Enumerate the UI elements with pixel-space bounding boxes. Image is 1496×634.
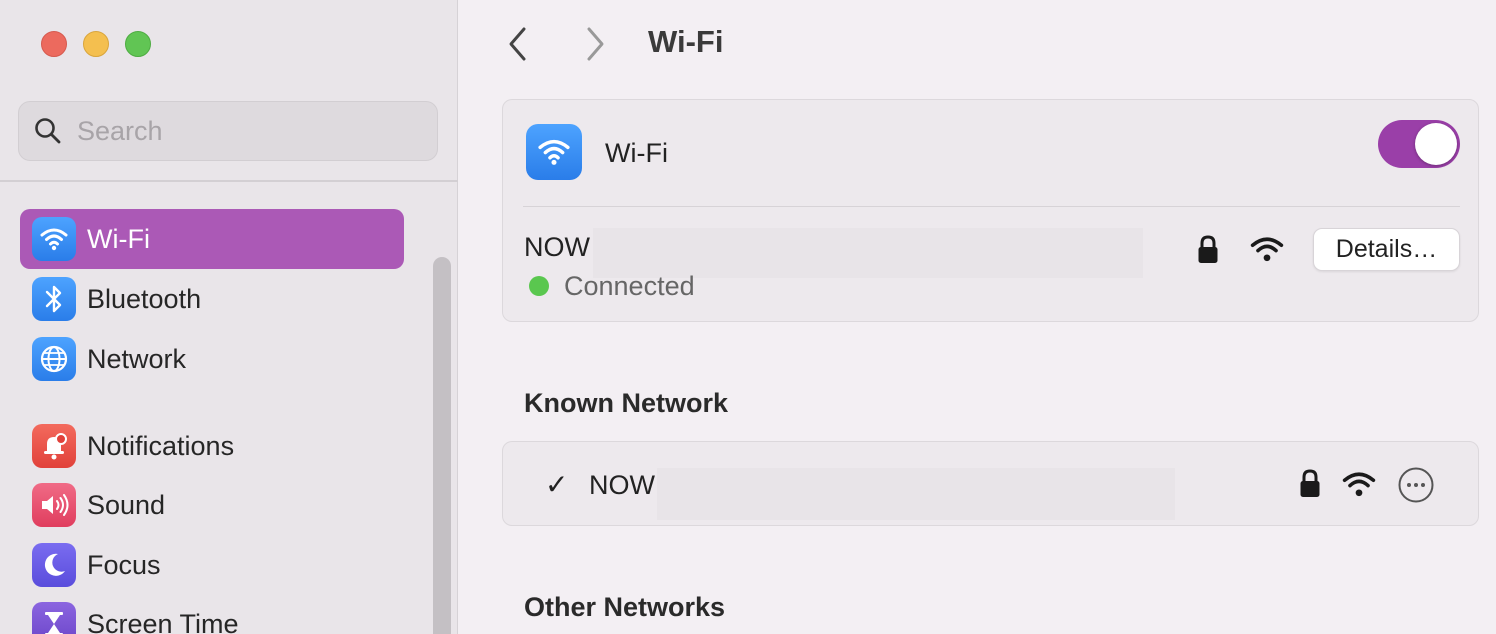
sidebar-item-bluetooth[interactable]: Bluetooth xyxy=(20,269,404,329)
bluetooth-icon xyxy=(32,277,76,321)
wifi-card: Wi-Fi NOW Connected Details… xyxy=(502,99,1479,322)
redacted-network-name xyxy=(657,468,1175,520)
minimize-window-button[interactable] xyxy=(83,31,109,57)
sidebar-item-label: Wi-Fi xyxy=(87,223,150,254)
sidebar-divider xyxy=(0,180,458,182)
known-network-heading: Known Network xyxy=(524,388,729,418)
known-network-row[interactable]: ✓ NOW xyxy=(502,441,1479,526)
wifi-icon xyxy=(32,217,76,261)
lock-icon xyxy=(1198,235,1218,263)
details-button[interactable]: Details… xyxy=(1313,228,1460,271)
sidebar-item-focus[interactable]: Focus xyxy=(20,535,404,595)
sidebar-item-label: Focus xyxy=(87,549,161,580)
wifi-toggle[interactable] xyxy=(1378,120,1460,168)
page-title: Wi-Fi xyxy=(648,24,724,59)
moon-icon xyxy=(32,543,76,587)
wifi-signal-icon xyxy=(1250,237,1284,262)
wifi-signal-icon xyxy=(1342,472,1376,497)
sidebar: Wi-Fi Bluetooth Network xyxy=(0,0,458,634)
sidebar-item-label: Notifications xyxy=(87,430,235,461)
sidebar-item-label: Network xyxy=(87,343,187,374)
sidebar-item-wifi[interactable]: Wi-Fi xyxy=(20,209,404,269)
sidebar-scrollbar[interactable] xyxy=(433,257,451,634)
close-window-button[interactable] xyxy=(41,31,67,57)
other-networks-heading: Other Networks xyxy=(524,592,726,622)
more-options-icon[interactable] xyxy=(1397,466,1435,504)
forward-button[interactable] xyxy=(575,24,615,64)
checkmark-icon: ✓ xyxy=(545,469,569,500)
search-box[interactable] xyxy=(18,101,438,161)
chevron-right-icon xyxy=(587,27,604,61)
current-network-name: NOW xyxy=(524,232,590,262)
window-controls xyxy=(41,31,151,57)
sidebar-item-screen-time[interactable]: Screen Time xyxy=(20,594,404,634)
zoom-window-button[interactable] xyxy=(125,31,151,57)
search-icon xyxy=(35,118,61,144)
globe-icon xyxy=(32,337,76,381)
card-divider xyxy=(523,206,1460,207)
sidebar-item-network[interactable]: Network xyxy=(20,329,404,389)
wifi-icon xyxy=(526,124,582,180)
connection-status: Connected xyxy=(564,271,695,301)
sidebar-item-label: Bluetooth xyxy=(87,283,202,314)
sidebar-item-sound[interactable]: Sound xyxy=(20,475,404,535)
toggle-knob xyxy=(1415,123,1457,165)
speaker-icon xyxy=(32,483,76,527)
sidebar-item-label: Sound xyxy=(87,489,166,520)
hourglass-icon xyxy=(32,602,76,634)
chevron-left-icon xyxy=(509,27,526,61)
search-input[interactable] xyxy=(77,115,407,147)
lock-icon xyxy=(1300,469,1320,497)
back-button[interactable] xyxy=(498,24,538,64)
sidebar-item-notifications[interactable]: Notifications xyxy=(20,416,404,476)
bell-icon xyxy=(32,424,76,468)
sidebar-item-label: Screen Time xyxy=(87,608,239,634)
connected-status-dot xyxy=(529,276,549,296)
wifi-label: Wi-Fi xyxy=(605,138,668,168)
known-network-name: NOW xyxy=(589,470,655,500)
